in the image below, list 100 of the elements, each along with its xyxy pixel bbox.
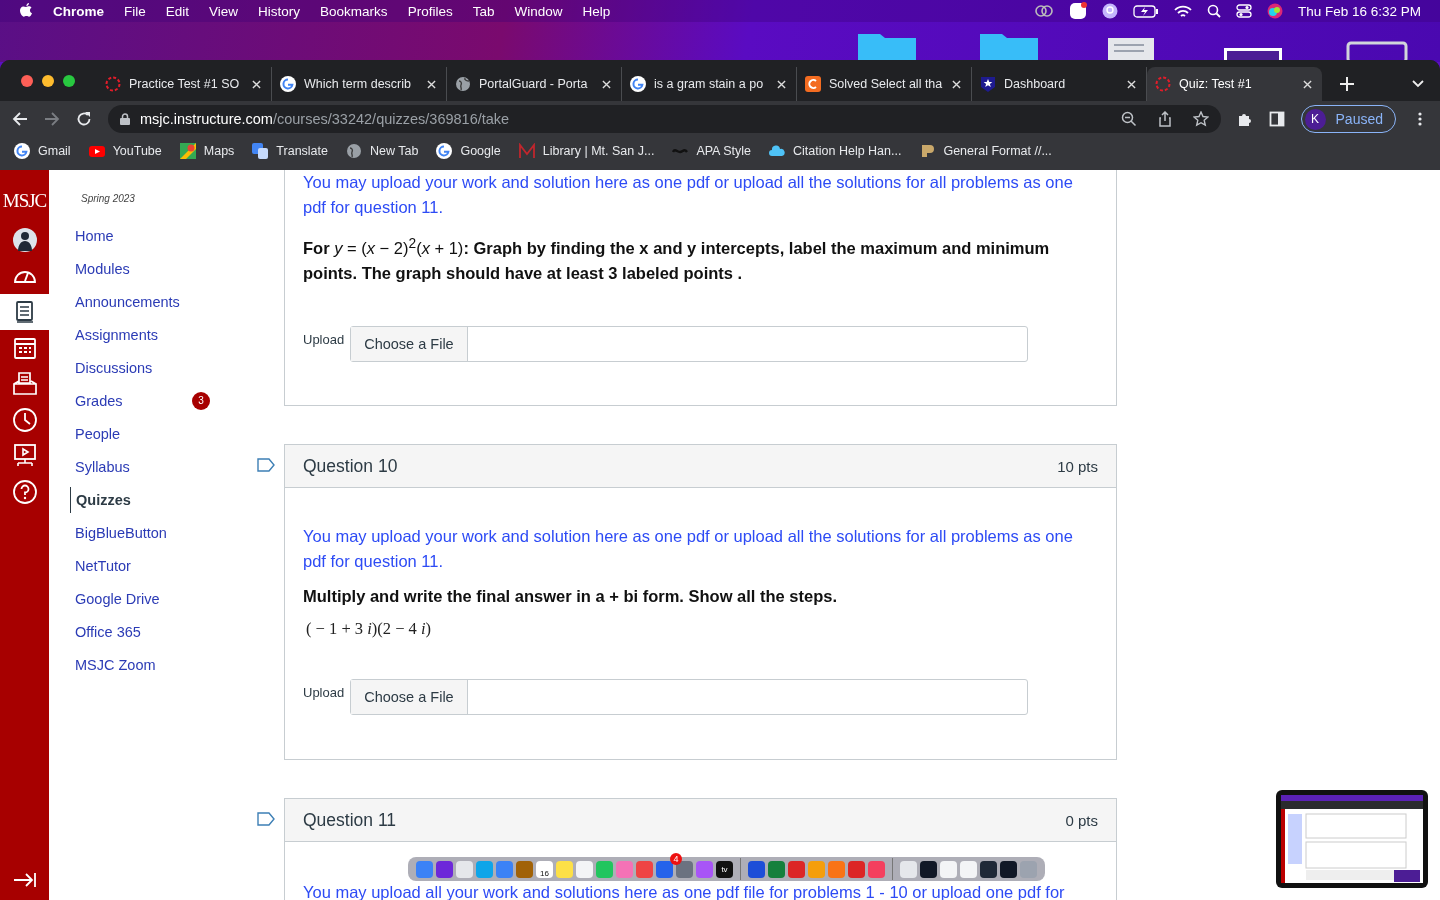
window-thumbnail[interactable]	[980, 860, 997, 878]
math-expression: ( − 1 + 3 i)(2 − 4 i)	[306, 619, 433, 639]
window-thumbnail[interactable]	[960, 860, 977, 878]
bookmark-item[interactable]: New Tab	[346, 142, 419, 159]
menu-item[interactable]: Window	[514, 3, 563, 19]
document-icon	[1108, 38, 1154, 62]
menu-item[interactable]: File	[124, 3, 146, 19]
browser-tab[interactable]: Quiz: Test #1	[1147, 67, 1322, 101]
battery-icon[interactable]	[1132, 4, 1159, 18]
zoom-window-button[interactable]	[63, 74, 75, 87]
bookmark-item[interactable]: YouTube	[88, 142, 162, 159]
back-arrow-icon[interactable]	[12, 111, 28, 127]
minimize-window-button[interactable]	[42, 74, 54, 87]
bookmark-item[interactable]: Maps	[179, 142, 235, 159]
control-center-icon[interactable]	[1235, 4, 1252, 18]
course-nav-link[interactable]: Modules	[70, 260, 192, 277]
bookmark-item[interactable]: Library | Mt. San J...	[518, 142, 655, 159]
close-icon[interactable]	[1303, 79, 1312, 89]
flag-question-icon[interactable]	[257, 458, 275, 472]
close-icon[interactable]	[952, 79, 961, 89]
close-icon[interactable]	[427, 79, 436, 89]
bookmark-item[interactable]: APA Style	[672, 143, 752, 158]
nav-button[interactable]	[0, 294, 49, 330]
window-thumbnail[interactable]	[900, 860, 917, 878]
apple-icon[interactable]	[19, 3, 33, 19]
menu-item[interactable]: Tab	[472, 3, 495, 19]
flag-question-icon[interactable]	[257, 812, 275, 826]
reload-icon[interactable]	[76, 111, 92, 127]
new-tab-icon[interactable]	[1340, 77, 1354, 91]
course-nav-link[interactable]: Assignments	[70, 326, 192, 343]
menu-item[interactable]: View	[209, 3, 239, 19]
bookmark-item[interactable]: General Format //...	[919, 142, 1052, 159]
course-nav-link[interactable]: MSJC Zoom	[70, 656, 192, 673]
calendar-icon	[11, 335, 38, 361]
course-nav-link[interactable]: Announcements	[70, 293, 192, 310]
menu-item[interactable]: History	[258, 3, 301, 19]
folder-icon	[858, 34, 916, 62]
course-nav-link[interactable]: Discussions	[70, 359, 192, 376]
search-icon[interactable]	[1206, 4, 1221, 18]
app-icon[interactable]	[748, 860, 765, 878]
translate-icon	[252, 142, 269, 159]
window-thumbnail[interactable]	[920, 860, 937, 878]
globe-icon	[346, 142, 362, 159]
file-input[interactable]: Choose a File	[350, 679, 1029, 715]
tab-title: Practice Test #1 SO	[129, 77, 241, 91]
app-icon[interactable]	[436, 860, 453, 878]
zoom-out-icon[interactable]	[1120, 111, 1137, 127]
cloud-icon	[769, 142, 786, 159]
upload-label: Upload	[303, 685, 345, 700]
menu-item[interactable]: Bookmarks	[320, 3, 388, 19]
forward-arrow-icon[interactable]	[44, 111, 60, 127]
menu-item[interactable]: Help	[582, 3, 611, 19]
share-icon[interactable]	[1156, 111, 1173, 127]
bookmark-item[interactable]: Citation Help Han...	[769, 142, 902, 159]
menu-item[interactable]: Profiles	[407, 3, 453, 19]
star-icon[interactable]	[1192, 111, 1209, 127]
tab-title: Which term describ	[304, 77, 412, 91]
chevron-down-icon[interactable]	[1412, 80, 1424, 88]
siri-icon[interactable]	[1266, 3, 1283, 19]
search-status-icon[interactable]	[1101, 3, 1118, 19]
course-nav-link[interactable]: Office 365	[70, 623, 192, 640]
wifi-icon[interactable]	[1173, 4, 1192, 18]
cloud-icon[interactable]	[1033, 4, 1054, 18]
google-icon	[280, 76, 296, 92]
address-bar[interactable]: msjc.instructure.com/courses/33242/quizzes/369816/take	[108, 105, 1221, 133]
folder-icon	[980, 34, 1038, 62]
course-nav-link[interactable]: Google Drive	[70, 590, 192, 607]
question-points: 10 pts	[1057, 457, 1098, 475]
file-input[interactable]: Choose a File	[350, 325, 1029, 362]
course-nav-link[interactable]: Grades	[70, 392, 192, 409]
bookmark-item[interactable]: Translate	[252, 142, 328, 159]
puzzle-icon[interactable]	[1236, 111, 1253, 127]
bookmark-item[interactable]: Google	[436, 142, 501, 159]
upload-label: Upload	[303, 331, 345, 347]
menu-item[interactable]: Edit	[165, 3, 190, 19]
course-nav-link[interactable]: Home	[70, 227, 192, 244]
calendar-app-icon[interactable]: 16	[536, 860, 553, 878]
close-icon[interactable]	[777, 79, 786, 89]
side-panel-icon[interactable]	[1268, 111, 1285, 127]
course-nav-link[interactable]: BigBlueButton	[70, 524, 192, 541]
close-icon[interactable]	[1127, 79, 1136, 89]
close-icon[interactable]	[602, 79, 611, 89]
course-nav-link[interactable]: Syllabus	[70, 458, 192, 475]
window-thumbnail[interactable]	[940, 860, 957, 878]
window-thumbnail[interactable]	[1000, 860, 1017, 878]
course-nav-link[interactable]: Quizzes	[70, 486, 193, 513]
course-nav-link[interactable]: NetTutor	[70, 557, 192, 574]
close-icon[interactable]	[252, 79, 261, 89]
google-icon	[630, 76, 646, 92]
app-status-icon[interactable]	[1068, 2, 1087, 20]
tab-title: Quiz: Test #1	[1179, 77, 1253, 91]
course-nav-link[interactable]: People	[70, 425, 192, 442]
close-window-button[interactable]	[21, 74, 33, 87]
app-menu[interactable]: Chrome	[53, 3, 104, 19]
google-icon	[14, 142, 30, 159]
college-logo[interactable]: MSJC	[2, 190, 47, 212]
question-points: 0 pts	[1065, 811, 1098, 829]
bookmark-item[interactable]: Gmail	[14, 142, 71, 159]
tv-app-icon[interactable]: tv	[716, 860, 733, 878]
collapse-arrow-icon[interactable]	[12, 872, 37, 888]
